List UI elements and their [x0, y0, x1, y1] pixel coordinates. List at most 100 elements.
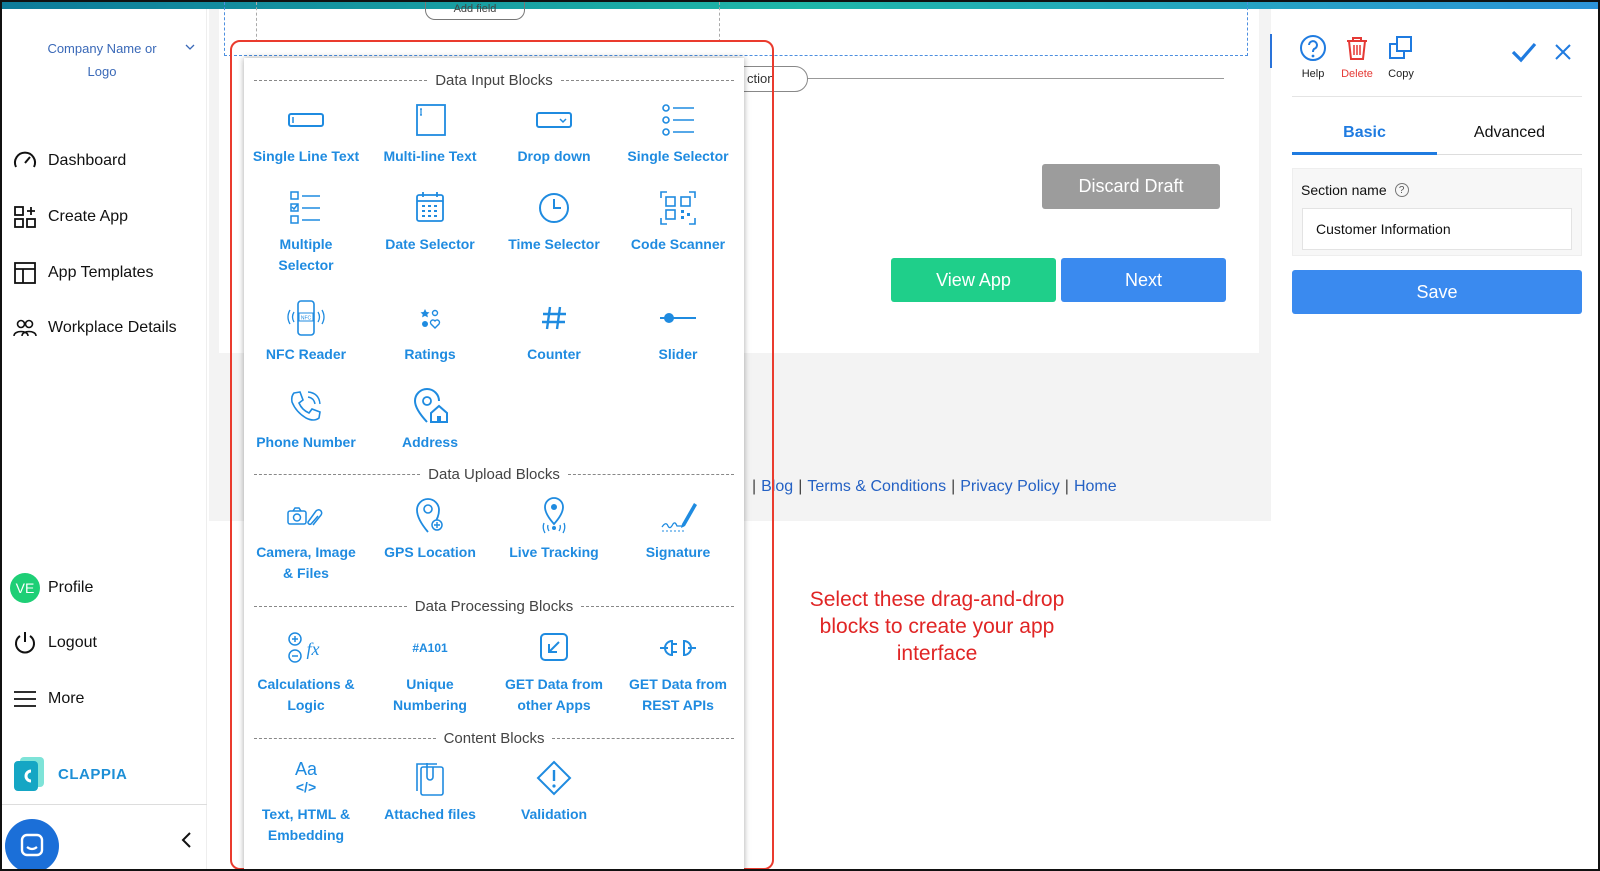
blocks-panel: Data Input Blocks Data Upload Blocks Dat… — [244, 58, 744, 869]
company-name-line2: Logo — [87, 64, 117, 79]
avatar: VE — [10, 573, 40, 603]
function-icon: fx — [284, 628, 328, 668]
tab-basic[interactable]: Basic — [1292, 124, 1437, 142]
trash-icon — [1342, 32, 1372, 64]
svg-text:fx: fx — [307, 639, 320, 659]
next-button[interactable]: Next — [1061, 258, 1226, 302]
radio-list-icon — [656, 100, 700, 140]
clock-icon — [532, 188, 576, 228]
textarea-icon — [408, 100, 452, 140]
group-title-content: Content Blocks — [254, 728, 735, 748]
discard-draft-button[interactable]: Discard Draft — [1042, 164, 1220, 209]
sidebar-item-label: Create App — [48, 208, 129, 225]
power-icon — [10, 628, 40, 658]
block-ratings[interactable]: Ratings — [368, 298, 492, 365]
sidebar-item-create-app[interactable]: Create App — [10, 202, 128, 232]
chevron-down-icon[interactable] — [185, 42, 195, 52]
ratings-icon — [408, 298, 452, 338]
block-multi-line-text[interactable]: Multi-line Text — [368, 100, 492, 167]
sidebar-item-profile[interactable]: VE Profile — [10, 573, 93, 603]
block-phone-number[interactable]: Phone Number — [244, 386, 368, 453]
people-icon — [10, 313, 40, 343]
qr-code-icon — [656, 188, 700, 228]
block-gps-location[interactable]: GPS Location — [368, 496, 492, 563]
block-calculations-logic[interactable]: fx Calculations & Logic — [244, 628, 368, 716]
svg-text:NFC: NFC — [301, 316, 312, 322]
group-title-data-processing: Data Processing Blocks — [254, 596, 734, 616]
sidebar-item-app-templates[interactable]: App Templates — [10, 258, 154, 288]
signature-pen-icon — [656, 496, 700, 536]
divider — [1292, 96, 1582, 97]
block-get-data-rest-apis[interactable]: GET Data from REST APIs — [616, 628, 740, 716]
save-button[interactable]: Save — [1292, 270, 1582, 314]
tab-advanced[interactable]: Advanced — [1437, 124, 1582, 142]
block-attached-files[interactable]: Attached files — [368, 758, 492, 825]
chat-button[interactable] — [5, 819, 59, 869]
section-name-input[interactable] — [1302, 208, 1572, 250]
dropdown-icon — [532, 100, 576, 140]
nfc-phone-icon: NFC — [284, 298, 328, 338]
import-arrow-icon — [532, 628, 576, 668]
block-single-selector[interactable]: Single Selector — [616, 100, 740, 167]
delete-label: Delete — [1341, 68, 1373, 80]
block-validation[interactable]: Validation — [492, 758, 616, 825]
block-date-selector[interactable]: Date Selector — [368, 188, 492, 255]
sidebar-item-label: Profile — [48, 579, 94, 596]
sidebar-item-logout[interactable]: Logout — [10, 628, 97, 658]
block-code-scanner[interactable]: Code Scanner — [616, 188, 740, 255]
company-name-line1: Company Name or — [47, 41, 157, 56]
template-icon — [10, 258, 40, 288]
app-window: Company Name or Logo Dashboard Create Ap… — [0, 0, 1600, 871]
footer-link-privacy[interactable]: Privacy Policy — [960, 478, 1060, 496]
block-nfc-reader[interactable]: NFC NFC Reader — [244, 298, 368, 365]
block-signature[interactable]: Signature — [616, 496, 740, 563]
block-get-data-other-apps[interactable]: GET Data from other Apps — [492, 628, 616, 716]
slider-icon — [656, 298, 700, 338]
link-separator: | — [1064, 478, 1069, 495]
block-counter[interactable]: Counter — [492, 298, 616, 365]
phone-icon — [284, 386, 328, 426]
company-logo-selector[interactable]: Company Name or Logo — [32, 37, 172, 83]
block-camera-image-files[interactable]: Camera, Image & Files — [244, 496, 368, 584]
block-drop-down[interactable]: Drop down — [492, 100, 616, 167]
sidebar: Company Name or Logo Dashboard Create Ap… — [2, 9, 207, 869]
field-label-text: Section name — [1301, 182, 1387, 198]
block-time-selector[interactable]: Time Selector — [492, 188, 616, 255]
block-unique-numbering[interactable]: #A101 Unique Numbering — [368, 628, 492, 716]
copy-label: Copy — [1388, 68, 1414, 80]
help-tooltip-icon[interactable]: ? — [1394, 183, 1409, 197]
checkbox-list-icon — [284, 188, 328, 228]
copy-button[interactable]: Copy — [1378, 32, 1424, 80]
camera-attach-icon — [284, 496, 328, 536]
group-title-data-upload: Data Upload Blocks — [254, 464, 735, 484]
help-button[interactable]: Help — [1290, 32, 1336, 80]
brand: CLAPPIA — [14, 757, 127, 791]
footer-link-home[interactable]: Home — [1074, 478, 1117, 496]
section-name-label: Section name ? — [1301, 182, 1409, 198]
check-icon[interactable] — [1510, 40, 1538, 64]
block-multiple-selector[interactable]: Multiple Selector — [244, 188, 368, 276]
clappia-logo-icon — [14, 757, 46, 791]
gps-pin-icon — [408, 496, 452, 536]
block-slider[interactable]: Slider — [616, 298, 740, 365]
sidebar-item-more[interactable]: More — [10, 684, 84, 714]
add-field-button[interactable]: Add field — [425, 2, 525, 20]
block-address[interactable]: Address — [368, 386, 492, 453]
group-title-data-input: Data Input Blocks — [254, 70, 734, 90]
collapse-sidebar-icon[interactable] — [180, 831, 194, 849]
sidebar-item-workplace-details[interactable]: Workplace Details — [10, 313, 177, 343]
footer-link-terms[interactable]: Terms & Conditions — [807, 478, 946, 496]
panel-accent-bar — [1270, 34, 1272, 68]
view-app-button[interactable]: View App — [891, 258, 1056, 302]
link-separator: | — [798, 478, 803, 495]
delete-button[interactable]: Delete — [1334, 32, 1380, 80]
block-live-tracking[interactable]: Live Tracking — [492, 496, 616, 563]
warning-diamond-icon — [532, 758, 576, 798]
sidebar-item-dashboard[interactable]: Dashboard — [10, 146, 126, 176]
add-field-label: Add field — [453, 3, 497, 15]
text-html-icon: Aa </> — [294, 759, 318, 795]
block-single-line-text[interactable]: Single Line Text — [244, 100, 368, 167]
block-text-html-embedding[interactable]: Aa </> Text, HTML & Embedding — [244, 758, 368, 846]
avatar-initials: VE — [10, 573, 40, 603]
close-icon[interactable] — [1554, 43, 1572, 61]
